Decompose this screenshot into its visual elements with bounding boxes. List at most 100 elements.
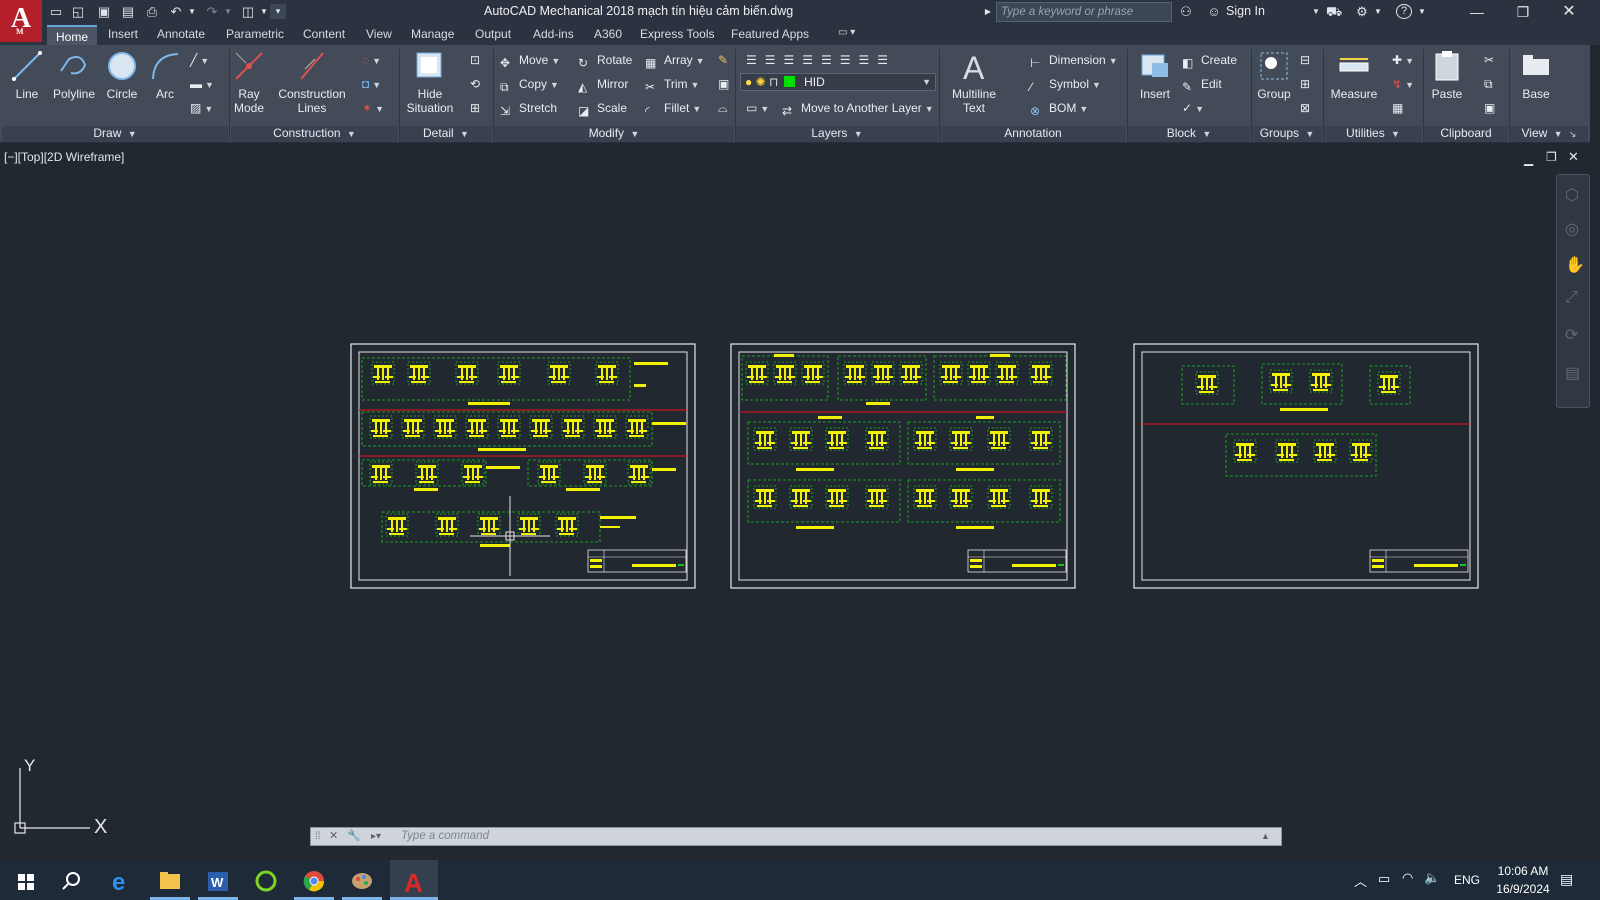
tab-featured-apps[interactable]: Featured Apps [731,27,809,41]
group-button[interactable]: Group [1254,49,1294,101]
command-line[interactable]: ⁞⁞ ✕ 🔧 ▸▾ Type a command ▲ [310,827,1282,846]
base-view-button[interactable]: Base [1514,49,1558,101]
groups-panel-label[interactable]: Groups ▼ [1252,126,1322,142]
arc-button[interactable]: Arc [148,49,182,101]
mirror-button[interactable]: ◭ Mirror [578,75,628,94]
stretch-button[interactable]: ⇲ Stretch [500,99,557,118]
scale-button[interactable]: ◪ Scale [578,99,627,118]
modify-extra-1-icon[interactable]: ✎ [718,51,728,69]
edit-block-button[interactable]: ✎ Edit [1182,75,1222,94]
dimension-button[interactable]: ⊢ Dimension ▼ [1030,51,1118,70]
pan-icon[interactable]: ✋ [1565,255,1585,275]
ray-mode-button[interactable]: Ray Mode [232,49,266,115]
command-close-icon[interactable]: ✕ [329,828,338,845]
utilities-panel-label[interactable]: Utilities ▼ [1324,126,1422,142]
move-to-layer-button[interactable]: ⇄ Move to Another Layer ▼ [782,99,934,118]
calculator-icon[interactable]: ▦ [1392,99,1403,117]
construction-panel-label[interactable]: Construction ▼ [231,126,398,142]
multiline-text-button[interactable]: A Multiline Text [946,49,1002,115]
construction-lines-button[interactable]: Construction Lines [274,49,350,115]
expand-search-icon[interactable]: ▶ [980,4,996,19]
create-block-button[interactable]: ◧ Create [1182,51,1237,70]
tab-insert[interactable]: Insert [108,27,138,41]
green-app-icon[interactable] [246,866,286,896]
construction-misc-icon[interactable]: ✶ ▼ [362,99,384,117]
hatch-icon[interactable]: ▨ ▼ [190,99,213,117]
utility-tool-1-icon[interactable]: ✚ ▼ [1392,51,1414,69]
draw-line-small-icon[interactable]: ╱ ▼ [190,51,209,69]
sign-in-link[interactable]: Sign In [1226,4,1265,18]
wifi-icon[interactable]: ◠ [1402,870,1413,886]
command-expand-icon[interactable]: ▲ [1261,828,1270,845]
zoom-extents-icon[interactable]: ⤢ [1565,289,1578,307]
tab-view[interactable]: View [366,27,392,41]
chrome-icon[interactable] [294,866,334,896]
detail-tool-3-icon[interactable]: ⊞ [470,99,480,117]
measure-button[interactable]: Measure [1328,49,1380,101]
trim-button[interactable]: ✂ Trim ▼ [645,75,699,94]
draw-panel-label[interactable]: Draw ▼ [2,126,228,142]
undo-dropdown-icon[interactable]: ▼ [184,4,200,19]
group-tool-3-icon[interactable]: ⊠ [1300,99,1310,117]
new-file-icon[interactable]: ▭ [48,4,64,19]
tab-annotate[interactable]: Annotate [157,27,205,41]
hide-situation-button[interactable]: Hide Situation [402,49,458,115]
rectangle-icon[interactable]: ▬ ▼ [190,75,214,93]
rotate-button[interactable]: ↻ Rotate [578,51,632,70]
copy-button[interactable]: ⧉ Copy ▼ [500,75,559,94]
full-navigation-icon[interactable]: ◎ [1565,219,1579,239]
redo-icon[interactable]: ↷ [204,4,220,19]
construction-box-icon[interactable]: ◘ ▼ [362,75,381,93]
customize-qat-icon[interactable]: ▾ [270,4,286,19]
notifications-icon[interactable]: ▤ [1560,871,1573,888]
clock-date[interactable]: 16/9/2024 [1488,882,1558,896]
clock-time[interactable]: 10:06 AM [1488,864,1558,878]
exchange-icon[interactable]: ⚙ [1354,4,1370,19]
edge-browser-icon[interactable]: e [102,866,142,896]
block-attribute-icon[interactable]: ✓ ▼ [1182,99,1204,117]
symbol-button[interactable]: ⁄ Symbol ▼ [1030,75,1101,94]
paste-button[interactable]: Paste [1428,49,1466,101]
block-panel-label[interactable]: Block ▼ [1128,126,1250,142]
layers-panel-label[interactable]: Layers ▼ [736,126,938,142]
bom-button[interactable]: ⊗ BOM ▼ [1030,99,1088,118]
help-icon[interactable]: ? [1396,4,1412,19]
ribbon-minimize-icon[interactable]: ▭ ▾ [838,27,855,38]
save-as-icon[interactable]: ▤ [120,4,136,19]
close-icon[interactable]: ✕ [1546,0,1592,24]
application-menu-button[interactable]: A M [0,0,42,42]
command-history-icon[interactable]: ▸▾ [371,828,381,845]
command-input[interactable]: Type a command [401,830,489,842]
layer-dropdown[interactable]: ● ✺ ⊓ HID ▼ [740,73,936,91]
tab-manage[interactable]: Manage [411,27,454,41]
line-button[interactable]: Line [8,49,46,101]
clipboard-panel-label[interactable]: Clipboard [1424,126,1508,142]
show-hidden-icons-icon[interactable]: ︿ [1354,871,1367,890]
detail-panel-label[interactable]: Detail ▼ [400,126,492,142]
tab-express-tools[interactable]: Express Tools [640,27,714,41]
navigation-bar[interactable]: ⬡ ◎ ✋ ⤢ ⟳ ▤ [1556,174,1590,408]
modify-panel-label[interactable]: Modify ▼ [494,126,734,142]
tab-a360[interactable]: A360 [594,27,622,41]
plot-icon[interactable]: ◫ [240,4,256,19]
volume-icon[interactable]: 🔈 [1424,870,1440,886]
modify-extra-2-icon[interactable]: ▣ [718,75,729,93]
circle-button[interactable]: Circle [102,49,142,101]
orbit-icon[interactable]: ⟳ [1565,325,1578,345]
search-icon[interactable] [52,866,92,896]
tab-add-ins[interactable]: Add-ins [533,27,574,41]
save-icon[interactable]: ▣ [96,4,112,19]
tab-content[interactable]: Content [303,27,345,41]
tab-output[interactable]: Output [475,27,511,41]
redo-dropdown-icon[interactable]: ▼ [220,4,236,19]
undo-icon[interactable]: ↶ [168,4,184,19]
print-icon[interactable]: ⎙ [144,4,160,19]
word-icon[interactable]: W [198,866,238,896]
steering-wheel-icon[interactable]: ⬡ [1565,185,1579,205]
fillet-button[interactable]: ◜ Fillet ▼ [645,99,701,118]
construction-circle-icon[interactable]: ◌ ▼ [362,51,381,69]
layer-properties-icon[interactable]: ▭ ▼ [746,99,769,117]
sign-in-dropdown-icon[interactable]: ▼ [1308,4,1324,19]
search-input[interactable]: Type a keyword or phrase [996,2,1172,22]
exchange-dropdown-icon[interactable]: ▼ [1370,4,1386,19]
